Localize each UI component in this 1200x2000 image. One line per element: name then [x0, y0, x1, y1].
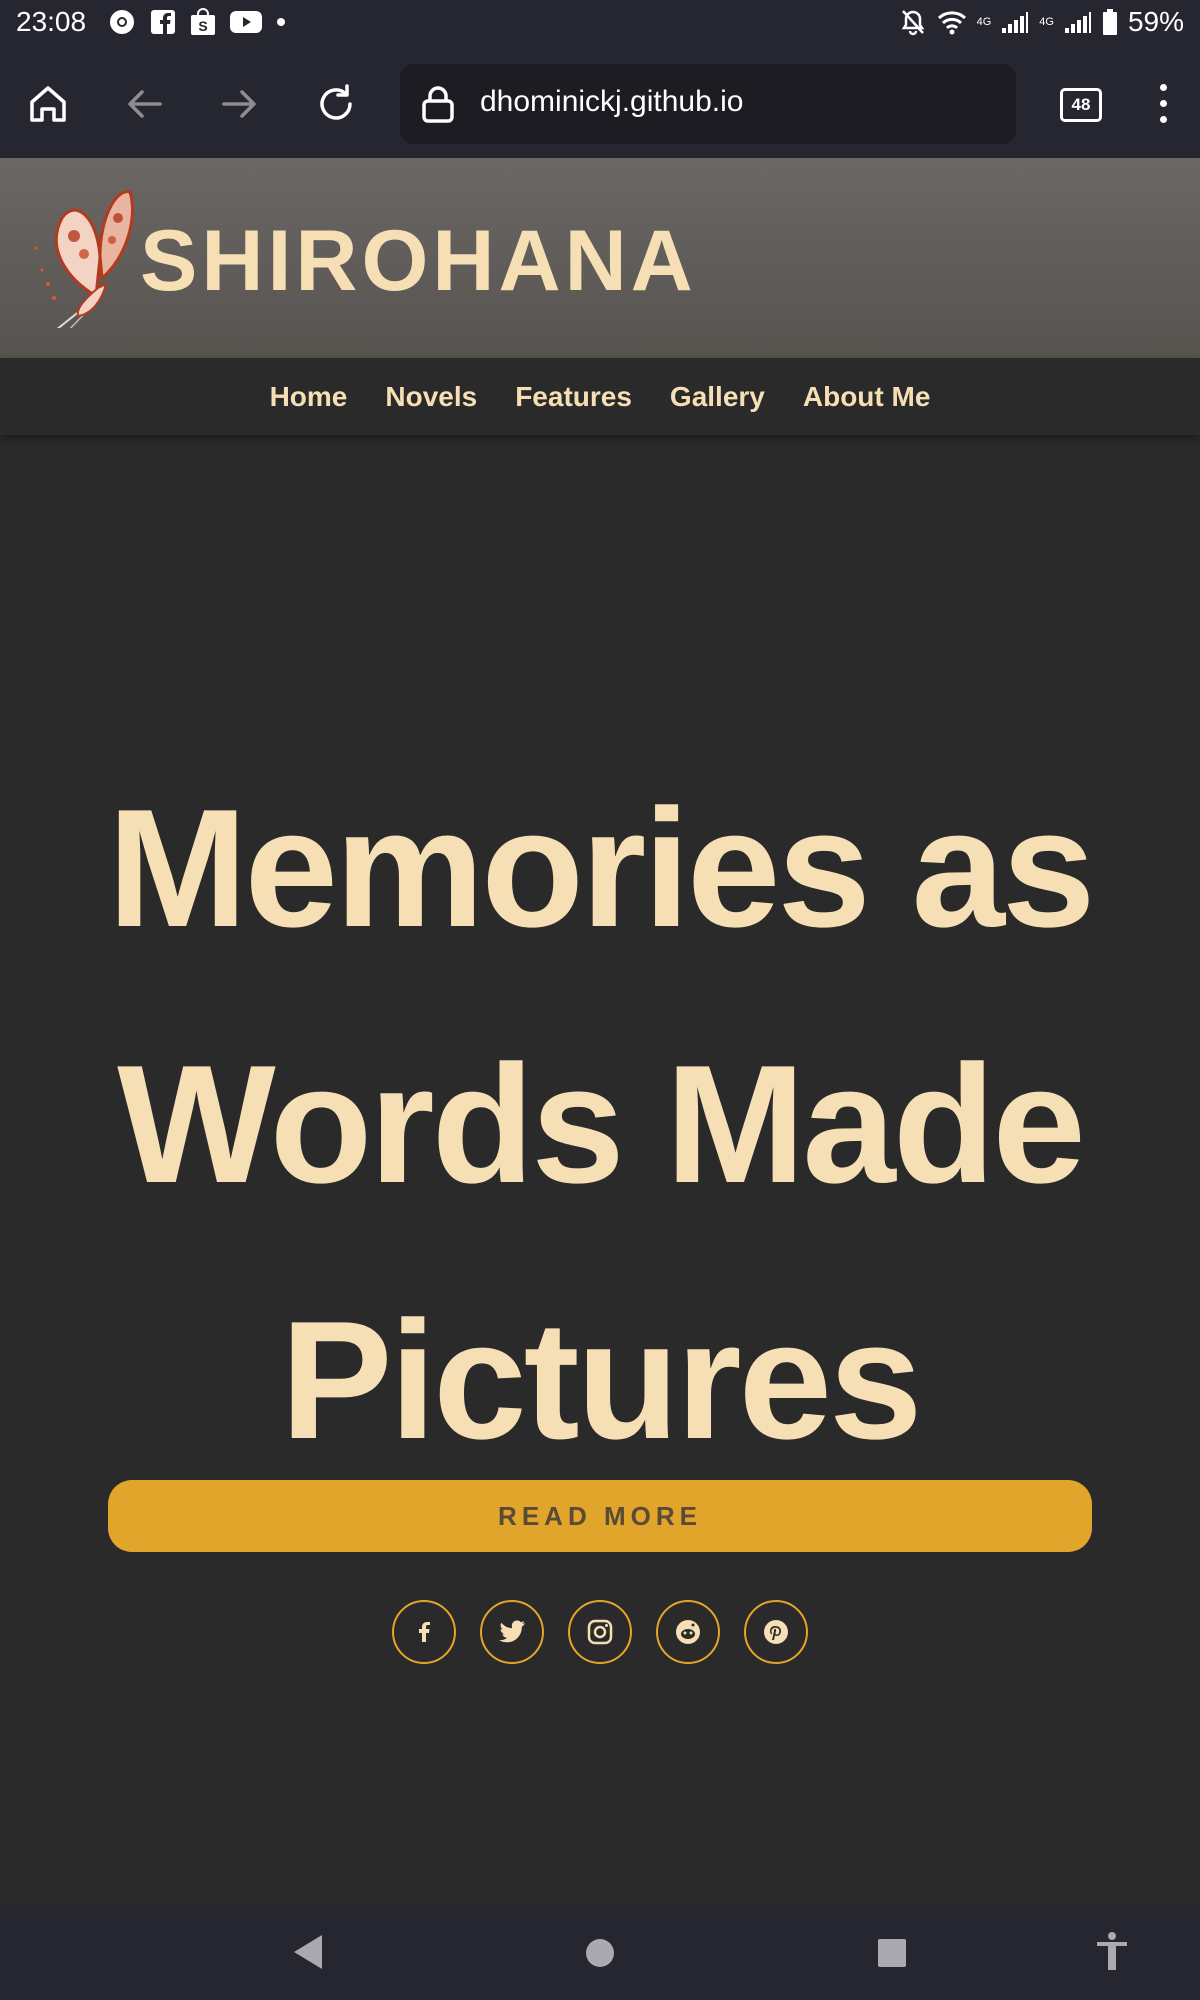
home-circle-icon[interactable] — [584, 1937, 616, 1969]
reddit-icon — [676, 1620, 700, 1644]
tab-switcher-button[interactable]: 48 — [1060, 88, 1102, 122]
kebab-dot — [1159, 100, 1167, 107]
dot-icon — [277, 18, 285, 26]
instagram-icon — [587, 1619, 613, 1645]
site-header: SHIROHANA — [0, 158, 1200, 358]
nav-features[interactable]: Features — [515, 381, 632, 413]
lock-icon — [422, 86, 454, 123]
system-navigation-bar — [0, 1905, 1200, 2000]
bell-off-icon — [901, 10, 924, 36]
facebook-link[interactable] — [392, 1600, 456, 1664]
reload-icon — [320, 84, 352, 120]
back-button[interactable] — [118, 78, 170, 130]
hero-line: Memories as — [107, 774, 1096, 962]
site-brand[interactable]: SHIROHANA — [140, 212, 697, 311]
address-bar[interactable]: dhominickj.github.io — [400, 64, 1016, 144]
read-more-button[interactable]: READ MORE — [108, 1480, 1092, 1552]
network-type-label: 4G — [1039, 16, 1054, 28]
instagram-link[interactable] — [568, 1600, 632, 1664]
browser-toolbar: dhominickj.github.io 48 — [0, 50, 1200, 158]
facebook-icon — [419, 1622, 430, 1642]
hero-title: Memories as Words Made Pictures — [0, 740, 1200, 1508]
arrow-right-icon — [222, 90, 256, 118]
nav-about-me[interactable]: About Me — [803, 381, 931, 413]
reddit-link[interactable] — [656, 1600, 720, 1664]
main-nav: Home Novels Features Gallery About Me — [0, 358, 1200, 435]
battery-icon — [1102, 9, 1117, 35]
pinterest-icon — [764, 1620, 788, 1644]
svg-text:S: S — [198, 18, 207, 34]
accessibility-icon[interactable] — [1094, 1931, 1130, 1971]
browser-menu-button[interactable] — [1158, 84, 1168, 124]
system-indicators: 4G 4G 59% — [899, 6, 1184, 38]
forward-button[interactable] — [214, 78, 266, 130]
twitter-icon — [499, 1620, 525, 1643]
notification-icons: S — [108, 8, 286, 36]
nav-gallery[interactable]: Gallery — [670, 381, 765, 413]
arrow-left-icon — [128, 90, 162, 118]
social-links — [0, 1600, 1200, 1664]
twitter-link[interactable] — [480, 1600, 544, 1664]
facebook-icon — [151, 10, 175, 34]
url-text: dhominickj.github.io — [480, 85, 744, 118]
home-button[interactable] — [22, 78, 74, 130]
shopping-bag-icon: S — [191, 8, 215, 35]
chrome-icon — [110, 10, 134, 34]
battery-percent: 59% — [1127, 6, 1184, 37]
hero-line: Pictures — [280, 1286, 923, 1474]
signal-icon — [1064, 12, 1091, 33]
reload-button[interactable] — [310, 78, 362, 130]
back-triangle-icon[interactable] — [290, 1933, 326, 1971]
butterfly-logo-icon[interactable] — [26, 188, 146, 328]
signal-icon — [1002, 12, 1029, 33]
youtube-icon — [230, 11, 262, 33]
wifi-icon — [937, 11, 966, 35]
hero-line: Words Made — [117, 1030, 1086, 1218]
kebab-dot — [1159, 116, 1167, 123]
nav-novels[interactable]: Novels — [385, 381, 477, 413]
network-type-label: 4G — [976, 16, 992, 28]
status-bar: 23:08 S 4G 4G 59% — [0, 0, 1200, 50]
status-time: 23:08 — [16, 6, 87, 37]
nav-home[interactable]: Home — [270, 381, 348, 413]
home-icon — [30, 86, 66, 122]
kebab-dot — [1159, 84, 1167, 91]
pinterest-link[interactable] — [744, 1600, 808, 1664]
recents-square-icon[interactable] — [876, 1937, 908, 1969]
